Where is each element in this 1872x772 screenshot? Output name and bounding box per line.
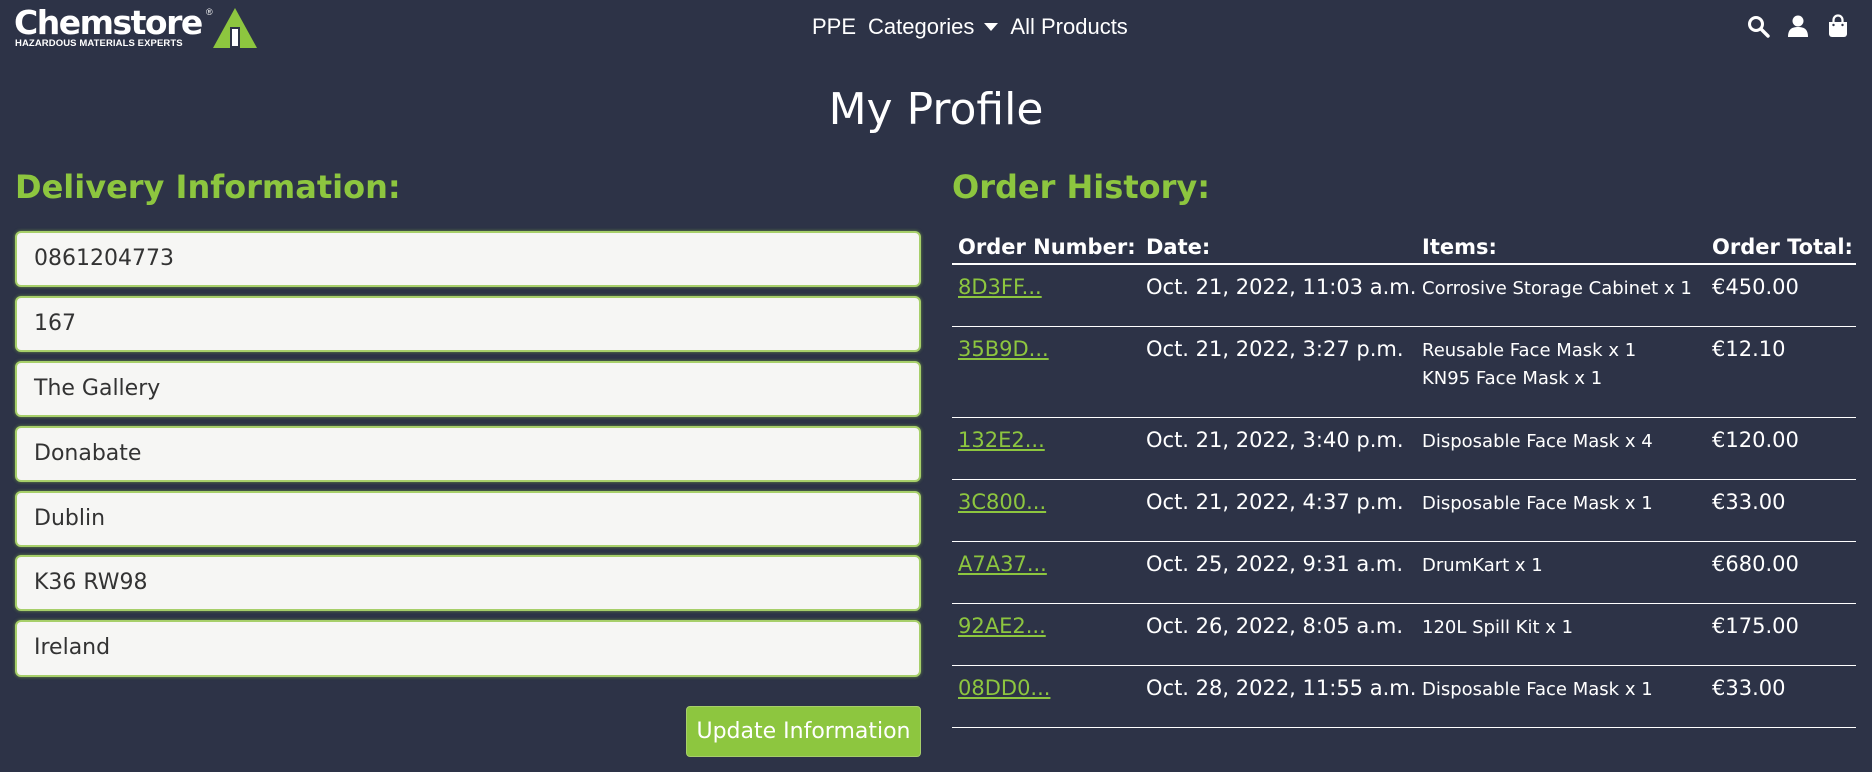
order-item: Reusable Face Mask x 1 xyxy=(1422,339,1637,361)
order-item: Disposable Face Mask x 4 xyxy=(1422,430,1653,452)
order-date: Oct. 21, 2022, 3:40 p.m. xyxy=(1140,417,1416,480)
country-select[interactable]: Ireland xyxy=(15,620,921,677)
logo-wordmark: Chemstore xyxy=(14,3,203,42)
order-items: Disposable Face Mask x 1 xyxy=(1416,479,1706,542)
order-date: Oct. 21, 2022, 4:37 p.m. xyxy=(1140,479,1416,542)
order-total: €120.00 xyxy=(1706,417,1856,480)
main-nav: PPE Categories All Products xyxy=(812,10,1128,44)
nav-dropdown-categories[interactable]: Categories xyxy=(868,14,999,40)
order-date: Oct. 25, 2022, 9:31 a.m. xyxy=(1140,541,1416,604)
nav-link-all-products[interactable]: All Products xyxy=(1010,14,1127,40)
table-row: 92AE2... Oct. 26, 2022, 8:05 a.m. 120L S… xyxy=(952,603,1856,666)
table-row: 132E2... Oct. 21, 2022, 3:40 p.m. Dispos… xyxy=(952,417,1856,480)
column-header-order-total: Order Total: xyxy=(1706,218,1856,265)
order-items: Reusable Face Mask x 1 KN95 Face Mask x … xyxy=(1416,326,1706,418)
search-icon[interactable] xyxy=(1746,13,1770,39)
order-number-link[interactable]: 35B9D... xyxy=(958,337,1049,361)
order-total: €680.00 xyxy=(1706,541,1856,604)
order-item: DrumKart x 1 xyxy=(1422,554,1543,576)
county-field[interactable]: Dublin xyxy=(15,491,921,547)
order-item: Disposable Face Mask x 1 xyxy=(1422,492,1653,514)
table-row: 08DD0... Oct. 28, 2022, 11:55 a.m. Dispo… xyxy=(952,665,1856,728)
page-title: My Profile xyxy=(828,84,1044,135)
order-total: €175.00 xyxy=(1706,603,1856,666)
delivery-info-heading: Delivery Information: xyxy=(15,168,401,206)
order-number-link[interactable]: 92AE2... xyxy=(958,614,1046,638)
order-total: €12.10 xyxy=(1706,326,1856,418)
nav-link-ppe[interactable]: PPE xyxy=(812,14,856,40)
order-item: Disposable Face Mask x 1 xyxy=(1422,678,1653,700)
order-history-table: Order Number: Date: Items: Order Total: … xyxy=(952,218,1856,728)
order-item: Corrosive Storage Cabinet x 1 xyxy=(1422,278,1692,299)
chevron-down-icon xyxy=(984,23,999,31)
shopping-bag-icon[interactable] xyxy=(1826,13,1850,39)
column-header-items: Items: xyxy=(1416,218,1706,265)
table-row: 8D3FF... Oct. 21, 2022, 11:03 a.m. Corro… xyxy=(952,264,1856,327)
table-row: A7A37... Oct. 25, 2022, 9:31 a.m. DrumKa… xyxy=(952,541,1856,604)
order-number-link[interactable]: 08DD0... xyxy=(958,676,1050,700)
order-number-link[interactable]: 132E2... xyxy=(958,428,1045,452)
order-number-link[interactable]: A7A37... xyxy=(958,552,1047,576)
postcode-field[interactable]: K36 RW98 xyxy=(15,555,921,611)
table-row: 3C800... Oct. 21, 2022, 4:37 p.m. Dispos… xyxy=(952,479,1856,542)
column-header-date: Date: xyxy=(1140,218,1416,265)
nav-icons xyxy=(1746,13,1850,39)
order-total: €33.00 xyxy=(1706,479,1856,542)
navbar: Chemstore ® HAZARDOUS MATERIALS EXPERTS … xyxy=(0,0,1872,54)
chemstore-logo[interactable]: Chemstore ® HAZARDOUS MATERIALS EXPERTS xyxy=(14,3,257,51)
town-city-field[interactable]: Donabate xyxy=(15,426,921,482)
order-number-link[interactable]: 3C800... xyxy=(958,490,1046,514)
order-items: 120L Spill Kit x 1 xyxy=(1416,603,1706,666)
logo-tagline: HAZARDOUS MATERIALS EXPERTS xyxy=(15,38,183,49)
order-items: Disposable Face Mask x 1 xyxy=(1416,665,1706,728)
order-item: KN95 Face Mask x 1 xyxy=(1422,367,1603,389)
street-address-1-field[interactable]: 167 xyxy=(15,296,921,352)
order-history-heading: Order History: xyxy=(952,168,1211,206)
table-row: 35B9D... Oct. 21, 2022, 3:27 p.m. Reusab… xyxy=(952,326,1856,418)
order-item: 120L Spill Kit x 1 xyxy=(1422,616,1574,638)
order-items: DrumKart x 1 xyxy=(1416,541,1706,604)
table-header-row: Order Number: Date: Items: Order Total: xyxy=(952,218,1856,265)
order-items: Disposable Face Mask x 4 xyxy=(1416,417,1706,480)
order-date: Oct. 21, 2022, 11:03 a.m. xyxy=(1140,264,1416,327)
order-number-link[interactable]: 8D3FF... xyxy=(958,275,1042,299)
nav-categories-label: Categories xyxy=(868,14,975,39)
order-total: €33.00 xyxy=(1706,665,1856,728)
column-header-order-number: Order Number: xyxy=(952,218,1140,265)
order-total: €450.00 xyxy=(1706,264,1856,327)
order-date: Oct. 26, 2022, 8:05 a.m. xyxy=(1140,603,1416,666)
order-items: Corrosive Storage Cabinet x 1 xyxy=(1416,264,1706,327)
user-icon[interactable] xyxy=(1786,13,1810,39)
street-address-2-field[interactable]: The Gallery xyxy=(15,361,921,417)
order-date: Oct. 21, 2022, 3:27 p.m. xyxy=(1140,326,1416,418)
logo-triangle-icon xyxy=(213,8,257,48)
phone-number-field[interactable]: 0861204773 xyxy=(15,231,921,287)
order-date: Oct. 28, 2022, 11:55 a.m. xyxy=(1140,665,1416,728)
update-information-button[interactable]: Update Information xyxy=(686,706,921,757)
